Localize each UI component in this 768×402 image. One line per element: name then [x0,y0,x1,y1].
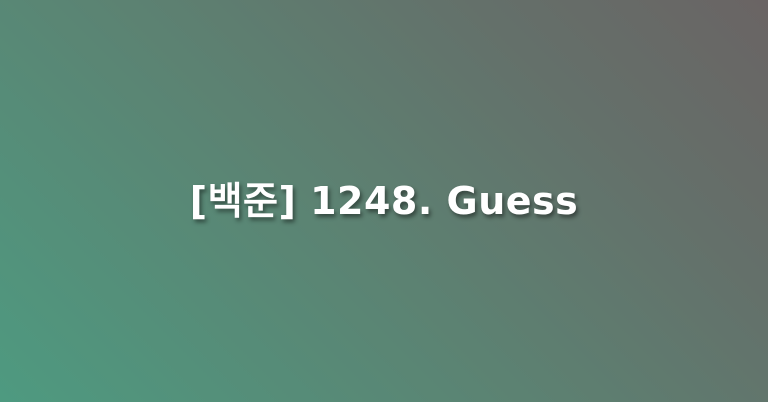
title-banner: [백준] 1248. Guess [0,0,768,402]
post-title: [백준] 1248. Guess [189,178,579,223]
